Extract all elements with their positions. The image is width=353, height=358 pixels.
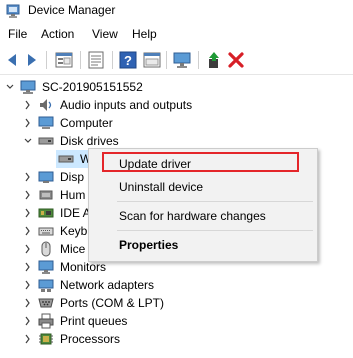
menu-item-scan-hardware[interactable]: Scan for hardware changes (89, 205, 317, 227)
window-title: Device Manager (28, 3, 116, 17)
tree-node-label: Disk drives (60, 134, 119, 148)
tree-node-audio[interactable]: Audio inputs and outputs (22, 96, 222, 114)
chevron-right-icon[interactable] (22, 276, 34, 294)
mouse-icon (41, 241, 51, 257)
chevron-right-icon[interactable] (22, 204, 34, 222)
tree-root[interactable]: SC-201905151552 (4, 78, 204, 96)
keyboard-icon (38, 227, 54, 236)
tree-node-label: IDE A (60, 206, 91, 220)
menu-item-label: Uninstall device (119, 180, 204, 194)
tree-node-processors[interactable]: Processors (22, 330, 222, 348)
tree-node-label: Monitors (60, 260, 107, 274)
menu-item-uninstall-device[interactable]: Uninstall device (89, 176, 317, 198)
device-manager-icon (6, 4, 20, 18)
title-bar: Device Manager (0, 0, 353, 22)
menu-view[interactable]: View (92, 27, 118, 41)
menu-item-properties[interactable]: Properties (89, 234, 317, 256)
processor-icon (39, 333, 53, 345)
menu-action[interactable]: Action (41, 27, 74, 41)
tree-node-label: Processors (60, 332, 121, 346)
computer-icon (20, 80, 36, 94)
disk-drive-icon (58, 155, 74, 163)
tree-node-ports[interactable]: Ports (COM & LPT) (22, 294, 222, 312)
chevron-right-icon[interactable] (22, 312, 34, 330)
chevron-right-icon[interactable] (22, 294, 34, 312)
forward-arrow-icon[interactable] (22, 50, 42, 70)
chevron-down-icon[interactable] (4, 78, 16, 96)
tree-node-label: Disp (60, 170, 85, 184)
menu-file[interactable]: File (8, 27, 27, 41)
chevron-right-icon[interactable] (22, 258, 34, 276)
tree-node-network-adapters[interactable]: Network adapters (22, 276, 222, 294)
help-icon[interactable]: ? (118, 50, 138, 70)
tree-node-label: Print queues (60, 314, 128, 328)
back-arrow-icon[interactable] (2, 50, 22, 70)
uninstall-icon[interactable] (226, 50, 246, 70)
display-adapter-icon (38, 171, 54, 183)
menu-separator (117, 201, 313, 202)
toolbar-separator (46, 51, 47, 69)
tree-node-label: Mice (60, 242, 86, 256)
chevron-right-icon[interactable] (22, 168, 34, 186)
svg-text:?: ? (124, 53, 132, 68)
tree-node-label: Network adapters (60, 278, 155, 292)
chevron-right-icon[interactable] (22, 114, 34, 132)
tree-node-print-queues[interactable]: Print queues (22, 312, 222, 330)
tree-node-label: Computer (60, 116, 113, 130)
toolbar-separator (166, 51, 167, 69)
chevron-right-icon[interactable] (22, 330, 34, 348)
update-driver-icon[interactable] (204, 50, 224, 70)
menu-item-label: Properties (119, 238, 179, 252)
refresh-list-icon[interactable] (86, 50, 106, 70)
chevron-down-icon[interactable] (22, 132, 34, 150)
menu-bar: File Action View Help (0, 24, 353, 44)
tree-node-label: Ports (COM & LPT) (60, 296, 165, 310)
highlight-box (102, 152, 299, 172)
hid-icon (39, 190, 53, 200)
printer-icon (38, 313, 54, 329)
network-adapter-icon (38, 279, 54, 292)
chevron-right-icon[interactable] (22, 96, 34, 114)
menu-separator (117, 230, 313, 231)
tree-root-label: SC-201905151552 (42, 80, 143, 94)
menu-help[interactable]: Help (132, 27, 157, 41)
monitor-icon (38, 260, 54, 274)
tree-node-label: Audio inputs and outputs (60, 98, 193, 112)
tree-node-computer[interactable]: Computer (22, 114, 222, 132)
menu-item-label: Scan for hardware changes (119, 209, 266, 223)
context-menu: Update driver Uninstall device Scan for … (88, 148, 318, 262)
tree-node-label: Keyb (60, 224, 88, 238)
ide-controller-icon (38, 208, 54, 218)
driver-properties-icon[interactable] (142, 50, 162, 70)
properties-icon[interactable] (54, 50, 74, 70)
chevron-right-icon[interactable] (22, 240, 34, 258)
speaker-icon (40, 99, 52, 111)
chevron-right-icon[interactable] (22, 186, 34, 204)
computer-icon (38, 116, 54, 129)
toolbar-separator (198, 51, 199, 69)
monitor-scan-icon[interactable] (172, 50, 192, 70)
port-icon (38, 298, 54, 308)
disk-drive-icon (38, 137, 54, 145)
tree-node-label: Hum (60, 188, 86, 202)
toolbar-separator (80, 51, 81, 69)
chevron-right-icon[interactable] (22, 222, 34, 240)
toolbar: ? (0, 46, 353, 75)
toolbar-separator (112, 51, 113, 69)
